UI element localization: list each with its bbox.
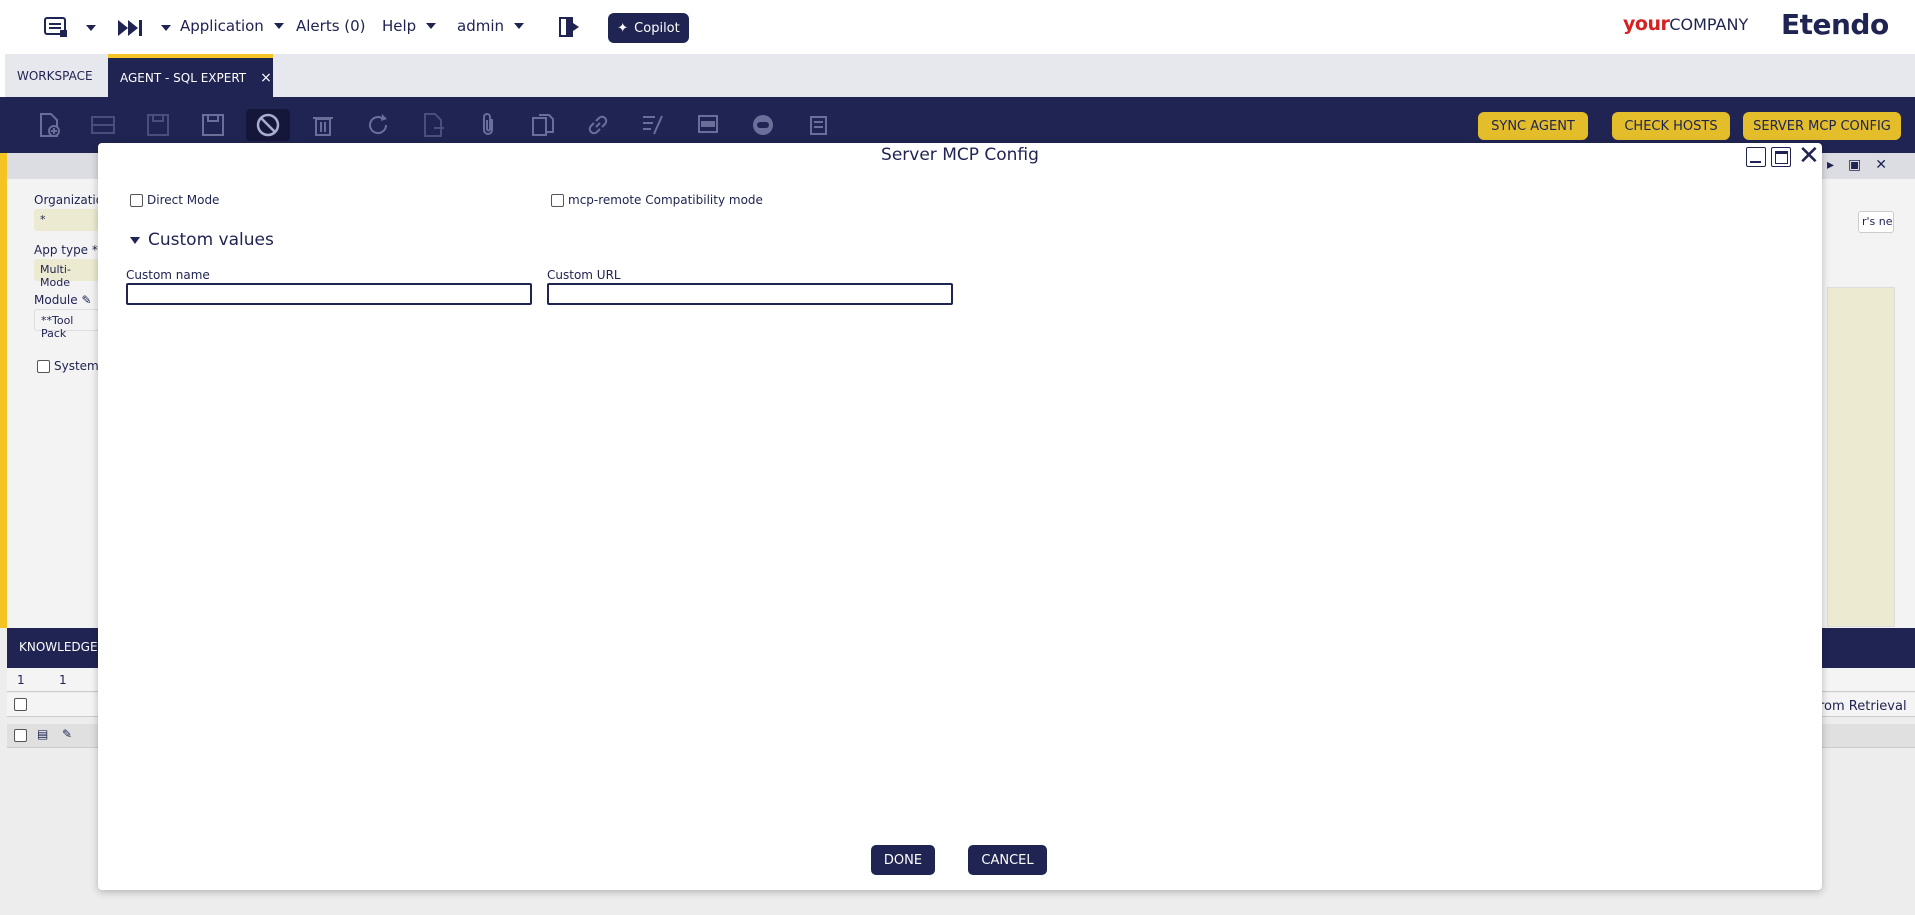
- custom-values-title: Custom values: [148, 230, 274, 250]
- window-tabs: WORKSPACE AGENT - SQL EXPERT ×: [0, 54, 1915, 97]
- knowledge-tab-label: KNOWLEDGE -: [19, 640, 106, 654]
- maximize-icon[interactable]: [1771, 147, 1791, 167]
- undo-cancel-icon[interactable]: [246, 109, 290, 141]
- notes-icon[interactable]: [805, 112, 831, 138]
- logout-icon[interactable]: [558, 16, 582, 38]
- sparkle-icon: ✦: [617, 20, 629, 36]
- close-icon[interactable]: ×: [260, 70, 272, 86]
- pencil-icon[interactable]: ✎: [62, 727, 72, 741]
- check-hosts-button[interactable]: CHECK HOSTS: [1612, 112, 1730, 140]
- application-menu[interactable]: Application: [180, 17, 284, 35]
- description-field[interactable]: r's needs, c: [1858, 211, 1894, 233]
- audit-trail-icon[interactable]: [640, 112, 666, 138]
- triangle-down-icon: [130, 236, 140, 244]
- chevron-down-icon: [514, 23, 524, 29]
- form-window-controls: ▸▣✕: [1827, 157, 1901, 173]
- cancel-button[interactable]: CANCEL: [968, 845, 1047, 875]
- new-row-icon[interactable]: [90, 112, 116, 138]
- system-checkbox[interactable]: [37, 359, 50, 373]
- module-field[interactable]: **Tool Pack: [34, 309, 104, 340]
- module-label: Module ✎: [34, 293, 92, 307]
- row-checkbox[interactable]: [14, 729, 27, 742]
- new-document-icon[interactable]: [36, 112, 62, 138]
- mcp-remote-checkbox[interactable]: [551, 193, 564, 207]
- copilot-label: Copilot: [634, 20, 680, 36]
- maximize-icon[interactable]: ▣: [1848, 157, 1875, 173]
- system-checkbox-row[interactable]: System: [37, 359, 99, 373]
- done-button[interactable]: DONE: [871, 845, 935, 875]
- sync-agent-button[interactable]: SYNC AGENT: [1478, 112, 1588, 140]
- user-menu-label: admin: [457, 17, 504, 35]
- grid-header-cell: 1: [59, 673, 67, 687]
- tab-agent-label: AGENT - SQL EXPERT: [120, 70, 247, 85]
- copy-record-icon[interactable]: [530, 112, 556, 138]
- user-menu[interactable]: admin: [457, 17, 524, 35]
- module-label-text: Module: [34, 293, 78, 307]
- mcp-remote-row[interactable]: mcp-remote Compatibility mode: [551, 193, 763, 207]
- custom-values-section-toggle[interactable]: Custom values: [130, 230, 274, 250]
- etendo-logo: Etendo: [1781, 8, 1889, 41]
- direct-mode-label: Direct Mode: [147, 193, 220, 207]
- trash-icon[interactable]: [310, 112, 336, 138]
- system-label: System: [54, 359, 99, 373]
- company-logo: yourCOMPANY: [1623, 13, 1748, 35]
- play-icon[interactable]: ▸: [1827, 157, 1848, 173]
- save-close-icon[interactable]: [200, 112, 226, 138]
- application-menu-label: Application: [180, 17, 264, 35]
- chevron-down-icon: [273, 23, 284, 29]
- grid-header-cell: 1: [17, 673, 25, 687]
- direct-mode-checkbox[interactable]: [130, 193, 143, 207]
- company-logo-your: your: [1623, 13, 1670, 35]
- form-view-icon[interactable]: [695, 112, 721, 138]
- prompt-textarea[interactable]: [1827, 287, 1895, 627]
- attachment-icon[interactable]: [475, 112, 501, 138]
- help-menu[interactable]: Help: [382, 17, 437, 35]
- tab-workspace[interactable]: WORKSPACE: [17, 54, 93, 97]
- custom-url-input[interactable]: [547, 283, 953, 305]
- company-logo-company: COMPANY: [1669, 15, 1749, 34]
- app-type-label: App type *: [34, 243, 98, 257]
- server-mcp-config-dialog: Server MCP Config ✕ Direct Mode mcp-remo…: [98, 143, 1822, 890]
- refresh-icon[interactable]: [365, 112, 391, 138]
- export-icon[interactable]: [420, 112, 446, 138]
- custom-name-input[interactable]: [126, 283, 532, 305]
- copilot-button[interactable]: ✦ Copilot: [608, 13, 689, 43]
- chevron-down-icon: [426, 23, 437, 29]
- alerts-label: Alerts (0): [296, 17, 366, 35]
- pencil-icon[interactable]: ✎: [81, 293, 91, 307]
- dialog-title: Server MCP Config: [881, 145, 1039, 165]
- custom-name-label: Custom name: [126, 268, 210, 282]
- select-all-checkbox[interactable]: [14, 698, 27, 711]
- tab-workspace-label: WORKSPACE: [17, 68, 93, 83]
- chevron-down-icon[interactable]: [86, 25, 96, 31]
- chevron-down-icon[interactable]: [161, 25, 171, 31]
- link-icon[interactable]: [585, 112, 611, 138]
- organization-field[interactable]: *: [34, 209, 104, 231]
- menu-list-icon[interactable]: [44, 16, 68, 38]
- direct-mode-row[interactable]: Direct Mode: [130, 193, 219, 207]
- minimize-icon[interactable]: [1746, 147, 1766, 167]
- organization-label: Organizatio: [34, 193, 104, 207]
- help-menu-label: Help: [382, 17, 417, 35]
- close-icon[interactable]: ✕: [1875, 157, 1901, 173]
- tab-agent-sql-expert[interactable]: AGENT - SQL EXPERT ×: [108, 54, 273, 97]
- app-type-field[interactable]: Multi-Mode: [34, 259, 104, 289]
- top-navigation-bar: Application Alerts (0) Help admin ✦ Copi…: [0, 0, 1915, 54]
- alerts-menu[interactable]: Alerts (0): [296, 17, 366, 35]
- close-icon[interactable]: ✕: [1798, 143, 1820, 169]
- save-icon[interactable]: [145, 112, 171, 138]
- retrieval-cell: rom Retrieval: [1819, 699, 1907, 714]
- server-mcp-config-button[interactable]: SERVER MCP CONFIG: [1743, 112, 1901, 140]
- mcp-remote-label: mcp-remote Compatibility mode: [568, 193, 763, 207]
- custom-url-label: Custom URL: [547, 268, 621, 282]
- form-view-icon[interactable]: ▤: [37, 727, 48, 741]
- robot-icon[interactable]: [750, 112, 776, 138]
- fast-forward-icon[interactable]: [116, 18, 146, 38]
